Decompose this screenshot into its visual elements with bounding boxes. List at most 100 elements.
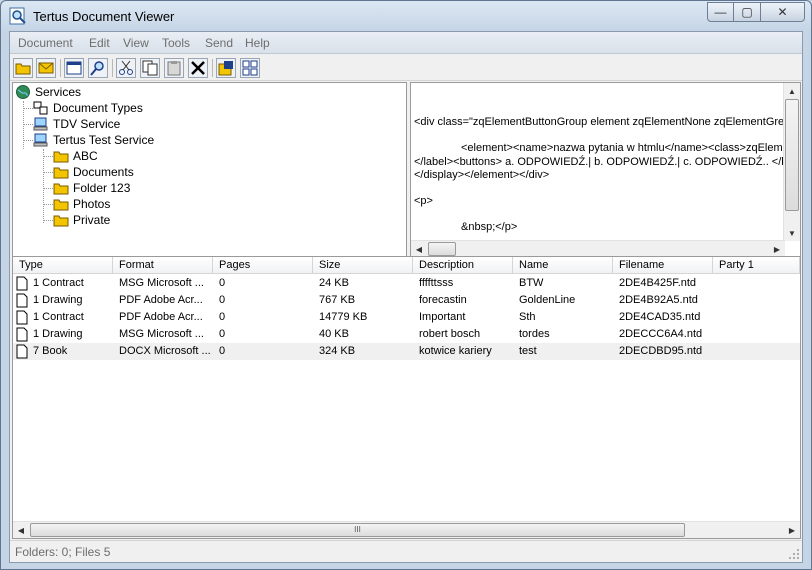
list-horizontal-scrollbar[interactable]: ◀ III ▶: [13, 521, 800, 538]
document-preview-pane[interactable]: <div class="zqElementButtonGroup element…: [410, 82, 801, 258]
cell-description: kotwice kariery: [419, 345, 492, 357]
cell-size: 24 KB: [319, 277, 349, 289]
scroll-right-arrow[interactable]: ▶: [769, 241, 785, 257]
grid-button[interactable]: [240, 58, 260, 78]
cell-size: 767 KB: [319, 294, 356, 306]
title-bar[interactable]: Tertus Document Viewer — ▢ ✕: [1, 1, 811, 31]
tree-label: Tertus Test Service: [53, 133, 155, 147]
tree-label: TDV Service: [53, 117, 121, 131]
column-filename[interactable]: Filename: [613, 257, 713, 274]
folder-icon: [53, 167, 69, 179]
cell-size: 14779 KB: [319, 311, 368, 323]
cell-type: 7 Book: [33, 345, 68, 357]
window-title: Tertus Document Viewer: [33, 9, 175, 24]
source-line: <p>: [414, 195, 433, 207]
tree-label: ABC: [73, 149, 98, 163]
column-description[interactable]: Description: [413, 257, 513, 274]
table-row[interactable]: 1 Contract PDF Adobe Acr... 0 14779 KB Impor…: [13, 309, 800, 326]
computer-icon: [33, 133, 48, 147]
cell-format: PDF Adobe Acr...: [119, 294, 203, 306]
paste-button[interactable]: [164, 58, 184, 78]
column-pages[interactable]: Pages: [213, 257, 313, 274]
preview-horizontal-scrollbar[interactable]: ◀ ▶: [411, 240, 785, 257]
resize-grip-icon[interactable]: [788, 548, 800, 560]
folder-icon: [53, 215, 69, 227]
cell-format: MSG Microsoft ...: [119, 328, 204, 340]
close-button[interactable]: ✕: [761, 2, 805, 22]
file-list[interactable]: Type Format Pages Size Description Name …: [12, 256, 801, 539]
column-size[interactable]: Size: [313, 257, 413, 274]
cell-size: 40 KB: [319, 328, 349, 340]
maximize-button[interactable]: ▢: [734, 2, 761, 22]
copy-button[interactable]: [140, 58, 160, 78]
source-line: </display></element></div>: [414, 169, 550, 181]
menu-edit[interactable]: Edit: [89, 36, 110, 50]
cell-filename: 2DE4CAD35.ntd: [619, 311, 701, 323]
cell-name: BTW: [519, 277, 544, 289]
scroll-left-arrow[interactable]: ◀: [13, 522, 29, 538]
find-button[interactable]: [88, 58, 108, 78]
scroll-thumb[interactable]: III: [30, 523, 685, 537]
folder-icon: [53, 151, 69, 163]
export-button[interactable]: [216, 58, 236, 78]
scroll-left-arrow[interactable]: ◀: [411, 241, 427, 257]
tree-label: Services: [35, 85, 82, 99]
cell-pages: 0: [219, 328, 226, 340]
cell-pages: 0: [219, 294, 226, 306]
envelope-icon: [38, 62, 54, 74]
cell-filename: 2DE4B92A5.ntd: [619, 294, 698, 306]
services-tree[interactable]: Services Document Types TDV Service Tert…: [12, 82, 407, 258]
document-icon: [16, 276, 28, 291]
menu-help[interactable]: Help: [245, 36, 270, 50]
column-type[interactable]: Type: [13, 257, 113, 274]
scroll-right-arrow[interactable]: ▶: [784, 522, 800, 538]
tree-label: Private: [73, 213, 111, 227]
cut-button[interactable]: [116, 58, 136, 78]
document-types-icon: [33, 101, 48, 115]
column-party-1[interactable]: Party 1: [713, 257, 800, 274]
folder-icon: [53, 199, 69, 211]
table-row[interactable]: 1 Contract MSG Microsoft ... 0 24 KB fffftts…: [13, 275, 800, 292]
scroll-thumb[interactable]: [428, 242, 456, 256]
menu-view[interactable]: View: [123, 36, 149, 50]
cell-type: 1 Contract: [33, 277, 84, 289]
computer-icon: [33, 117, 48, 131]
document-icon: [16, 327, 28, 342]
scroll-up-arrow[interactable]: ▲: [784, 83, 800, 99]
delete-button[interactable]: [188, 58, 208, 78]
grid-icon: [242, 60, 258, 76]
cell-type: 1 Contract: [33, 311, 84, 323]
menu-tools[interactable]: Tools: [162, 36, 190, 50]
mail-button[interactable]: [36, 58, 56, 78]
menu-send[interactable]: Send: [205, 36, 233, 50]
status-text: Folders: 0; Files 5: [15, 545, 111, 559]
column-name[interactable]: Name: [513, 257, 613, 274]
window-icon: [66, 61, 82, 75]
cell-party: [719, 309, 799, 326]
cell-filename: 2DECCC6A4.ntd: [619, 328, 703, 340]
cell-type: 1 Drawing: [33, 328, 83, 340]
export-icon: [218, 61, 233, 76]
search-icon: [90, 61, 104, 76]
tree-label: Documents: [73, 165, 134, 179]
window-button[interactable]: [64, 58, 84, 78]
table-row[interactable]: 1 Drawing PDF Adobe Acr... 0 767 KB forecast…: [13, 292, 800, 309]
cut-icon: [119, 60, 133, 75]
open-folder-button[interactable]: [13, 58, 33, 78]
table-row[interactable]: 1 Drawing MSG Microsoft ... 0 40 KB robert b…: [13, 326, 800, 343]
copy-icon: [142, 60, 158, 76]
menu-bar: Document Edit View Tools Send Help: [10, 32, 802, 54]
minimize-button[interactable]: —: [707, 2, 734, 22]
cell-party: [719, 275, 799, 292]
tree-label: Photos: [73, 197, 111, 211]
column-format[interactable]: Format: [113, 257, 213, 274]
scroll-thumb[interactable]: [785, 99, 799, 211]
app-window: Tertus Document Viewer — ▢ ✕ Document Ed…: [0, 0, 812, 570]
cell-party: [719, 326, 799, 343]
folder-icon: [53, 183, 69, 195]
cell-party: [719, 343, 799, 360]
table-row[interactable]: 7 Book DOCX Microsoft ... 0 324 KB kotwice k…: [13, 343, 800, 360]
scroll-down-arrow[interactable]: ▼: [784, 225, 800, 241]
menu-document[interactable]: Document: [18, 36, 73, 50]
preview-vertical-scrollbar[interactable]: ▲ ▼: [783, 83, 800, 241]
